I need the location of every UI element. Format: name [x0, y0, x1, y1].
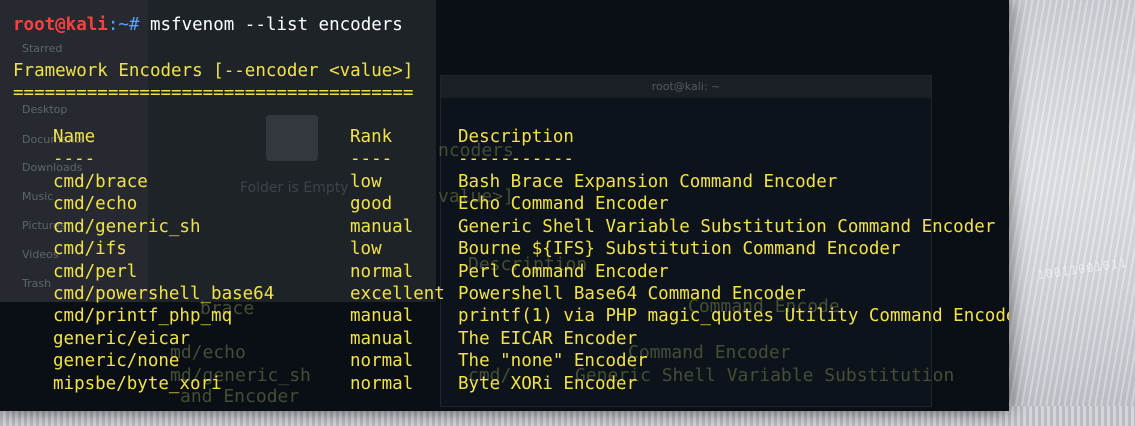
encoder-name: cmd/powershell_base64 — [53, 284, 275, 304]
encoder-rank: manual — [350, 306, 414, 327]
ghost-sidebar-item: Music — [22, 190, 54, 203]
encoder-description: Perl Command Encoder — [458, 261, 669, 282]
command-prompt-line: root@kali:~# msfvenom --list encoders — [13, 14, 403, 36]
encoder-name: generic/none — [53, 351, 180, 372]
column-header-name: Name — [53, 127, 96, 147]
terminal-window[interactable]: Starred Desktop Documents Downloads Musi… — [0, 0, 1009, 411]
encoder-rank: low — [350, 239, 382, 260]
column-header-description: Description — [458, 127, 574, 147]
encoder-description: Bash Brace Expansion Command Encoder — [458, 172, 838, 192]
encoder-rank: good — [350, 194, 393, 215]
encoder-name: cmd/generic_sh — [53, 216, 201, 237]
column-rule-description: ----------- — [458, 149, 574, 169]
encoder-description: The "none" Encoder — [458, 351, 648, 372]
ghost-empty-label: Folder is Empty — [240, 180, 349, 196]
column-header-rank: Rank — [350, 127, 393, 147]
encoder-rank: normal — [350, 351, 414, 372]
encoder-name: generic/eicar — [53, 328, 190, 349]
encoder-description: printf(1) via PHP magic_quotes Utility C… — [458, 306, 1009, 327]
heading-separator: ====================================== — [13, 83, 414, 103]
column-rule-name: ---- — [53, 149, 96, 169]
prompt-user: root@kali — [13, 15, 108, 35]
encoder-name: cmd/perl — [53, 261, 138, 282]
encoder-name: cmd/printf_php_mq — [53, 306, 233, 327]
encoder-description: The EICAR Encoder — [458, 328, 638, 349]
command-text: msfvenom --list encoders — [149, 15, 403, 35]
folder-icon — [266, 115, 318, 161]
encoder-rank: manual — [350, 216, 414, 237]
section-heading: Framework Encoders [--encoder <value>] — [13, 61, 414, 81]
encoder-rank: normal — [350, 261, 414, 282]
encoder-name: cmd/echo — [53, 194, 138, 215]
encoder-rank: low — [350, 172, 382, 192]
encoder-rank: manual — [350, 328, 414, 349]
background-texture — [995, 0, 1135, 426]
encoder-name: cmd/ifs — [53, 239, 127, 260]
prompt-path: :~# — [107, 15, 150, 35]
ghost-window-title: root@kali: ~ — [441, 76, 931, 98]
ghost-sidebar-item: Starred — [22, 42, 63, 55]
encoder-description: Generic Shell Variable Substitution Comm… — [458, 216, 996, 237]
encoder-description: Byte XORi Encoder — [458, 373, 638, 394]
column-rule-rank: ---- — [350, 149, 393, 169]
encoder-rank: normal — [350, 373, 414, 394]
encoder-name: cmd/brace — [53, 172, 148, 192]
ghost-sidebar-item: Desktop — [22, 103, 68, 116]
encoder-description: Powershell Base64 Command Encoder — [458, 284, 806, 304]
ghost-sidebar-item: Trash — [22, 277, 52, 290]
encoder-description: Echo Command Encoder — [458, 194, 669, 215]
encoder-description: Bourne ${IFS} Substitution Command Encod… — [458, 239, 901, 260]
encoder-name: mipsbe/byte_xori — [53, 373, 222, 394]
ghost-text: Command Encoder — [628, 342, 791, 363]
encoder-rank: excellent — [350, 284, 445, 304]
